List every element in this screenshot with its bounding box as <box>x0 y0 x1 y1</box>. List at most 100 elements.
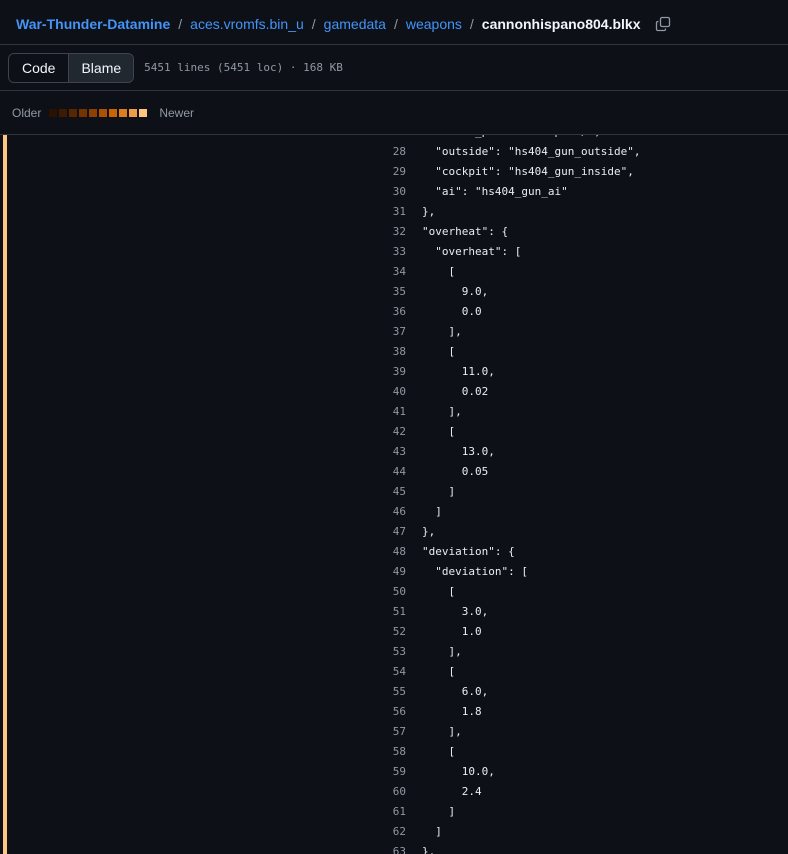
line-code: "deviation": [ <box>422 564 528 578</box>
code-line: 55 6.0, <box>0 681 788 701</box>
blame-age-legend: Older Newer <box>0 91 788 135</box>
line-number[interactable]: 31 <box>0 205 406 218</box>
breadcrumb-separator: / <box>469 16 474 32</box>
line-number[interactable]: 28 <box>0 145 406 158</box>
line-number[interactable]: 46 <box>0 505 406 518</box>
line-code: ] <box>422 804 456 818</box>
breadcrumb-repo-link[interactable]: War-Thunder-Datamine <box>16 16 170 32</box>
code-line: 34 [ <box>0 261 788 281</box>
line-code: ], <box>422 324 462 338</box>
line-code: ] <box>422 504 442 518</box>
code-line: 58 [ <box>0 741 788 761</box>
code-line: 36 0.0 <box>0 301 788 321</box>
code-line: 50 [ <box>0 581 788 601</box>
code-line: 54 [ <box>0 661 788 681</box>
breadcrumb-link-vromfs[interactable]: aces.vromfs.bin_u <box>190 16 304 32</box>
code-line: 31}, <box>0 201 788 221</box>
line-number[interactable]: 34 <box>0 265 406 278</box>
code-line: 33 "overheat": [ <box>0 241 788 261</box>
legend-older-label: Older <box>12 105 42 120</box>
code-line: 41 ], <box>0 401 788 421</box>
age-swatch <box>99 108 108 117</box>
code-line: 37 ], <box>0 321 788 341</box>
line-code: }, <box>422 204 436 218</box>
line-number[interactable]: 33 <box>0 245 406 258</box>
view-mode-toggle: Code Blame <box>8 52 135 83</box>
breadcrumb-link-weapons[interactable]: weapons <box>406 16 462 32</box>
line-number[interactable]: 48 <box>0 545 406 558</box>
code-line: 63}, <box>0 841 788 854</box>
code-line: 51 3.0, <box>0 601 788 621</box>
line-number[interactable]: 27 <box>0 135 406 138</box>
line-code: "overheat": { <box>422 224 509 238</box>
line-number[interactable]: 54 <box>0 665 406 678</box>
line-number[interactable]: 56 <box>0 705 406 718</box>
line-number[interactable]: 58 <box>0 745 406 758</box>
line-code: "ai": "hs404_gun_ai" <box>422 184 568 198</box>
line-number[interactable]: 47 <box>0 525 406 538</box>
line-code: 0.0 <box>422 304 482 318</box>
line-number[interactable]: 35 <box>0 285 406 298</box>
code-line: 30 "ai": "hs404_gun_ai" <box>0 181 788 201</box>
line-number[interactable]: 39 <box>0 365 406 378</box>
code-line: 57 ], <box>0 721 788 741</box>
line-number[interactable]: 50 <box>0 585 406 598</box>
code-line: 46 ] <box>0 501 788 521</box>
code-line: 44 0.05 <box>0 461 788 481</box>
line-number[interactable]: 42 <box>0 425 406 438</box>
code-line: 38 [ <box>0 341 788 361</box>
age-swatch <box>109 108 118 117</box>
blame-code-view: 27 "sound_path": "weapons/", 28 "outside"… <box>0 135 788 854</box>
blame-view-button[interactable]: Blame <box>68 53 134 82</box>
age-swatch <box>89 108 98 117</box>
line-number[interactable]: 44 <box>0 465 406 478</box>
code-line: 29 "cockpit": "hs404_gun_inside", <box>0 161 788 181</box>
line-code: "sound_path": "weapons/", <box>422 135 601 138</box>
age-swatch <box>69 108 78 117</box>
line-number[interactable]: 55 <box>0 685 406 698</box>
line-number[interactable]: 49 <box>0 565 406 578</box>
code-line: 40 0.02 <box>0 381 788 401</box>
line-number[interactable]: 37 <box>0 325 406 338</box>
code-line: 62 ] <box>0 821 788 841</box>
line-code: 9.0, <box>422 284 489 298</box>
line-number[interactable]: 45 <box>0 485 406 498</box>
line-number[interactable]: 63 <box>0 845 406 854</box>
code-line: 47}, <box>0 521 788 541</box>
code-line: 60 2.4 <box>0 781 788 801</box>
line-number[interactable]: 30 <box>0 185 406 198</box>
line-number[interactable]: 43 <box>0 445 406 458</box>
line-number[interactable]: 29 <box>0 165 406 178</box>
breadcrumb-separator: / <box>178 16 183 32</box>
line-code: 0.05 <box>422 464 489 478</box>
line-number[interactable]: 61 <box>0 805 406 818</box>
line-number[interactable]: 60 <box>0 785 406 798</box>
line-code: "overheat": [ <box>422 244 522 258</box>
line-code: 10.0, <box>422 764 495 778</box>
line-number[interactable]: 57 <box>0 725 406 738</box>
line-number[interactable]: 53 <box>0 645 406 658</box>
file-meta: 5451 lines (5451 loc) · 168 KB <box>144 61 343 74</box>
line-code: 11.0, <box>422 364 495 378</box>
code-view-button[interactable]: Code <box>9 53 69 82</box>
line-number[interactable]: 52 <box>0 625 406 638</box>
breadcrumb-link-gamedata[interactable]: gamedata <box>324 16 386 32</box>
line-number[interactable]: 40 <box>0 385 406 398</box>
breadcrumb-current-file: cannonhispano804.blkx <box>481 16 641 32</box>
line-code: ], <box>422 644 462 658</box>
line-number[interactable]: 32 <box>0 225 406 238</box>
line-number[interactable]: 36 <box>0 305 406 318</box>
line-number[interactable]: 51 <box>0 605 406 618</box>
line-number[interactable]: 41 <box>0 405 406 418</box>
line-code: [ <box>422 584 456 598</box>
age-swatch <box>139 108 148 117</box>
copy-path-icon[interactable] <box>655 16 671 32</box>
line-number[interactable]: 62 <box>0 825 406 838</box>
line-number[interactable]: 59 <box>0 765 406 778</box>
code-line: 52 1.0 <box>0 621 788 641</box>
breadcrumb: War-Thunder-Datamine / aces.vromfs.bin_u… <box>16 12 671 36</box>
line-code: 6.0, <box>422 684 489 698</box>
line-number[interactable]: 38 <box>0 345 406 358</box>
breadcrumb-separator: / <box>393 16 398 32</box>
line-code: [ <box>422 744 456 758</box>
